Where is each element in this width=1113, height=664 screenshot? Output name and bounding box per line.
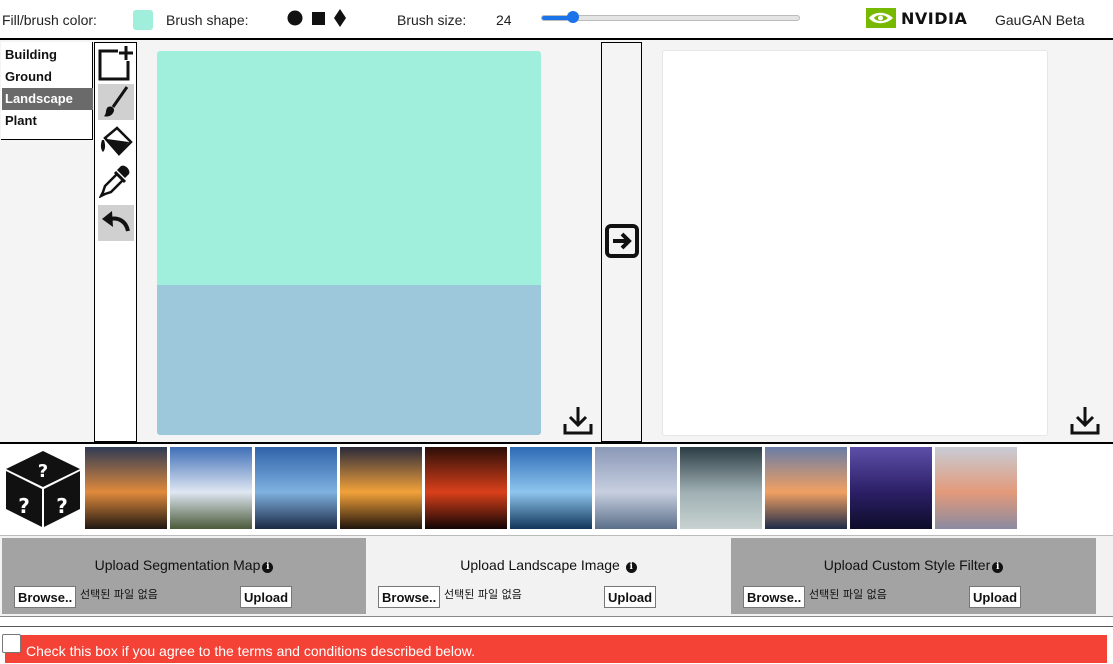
style-thumbnail[interactable] [85, 447, 167, 529]
square-shape-button[interactable] [311, 10, 327, 26]
upload-segmentation-panel: Upload Segmentation Map i Browse.. 선택된 파일… [2, 538, 366, 614]
terms-text: Check this box if you agree to the terms… [26, 643, 476, 659]
upload-landscape-title-text: Upload Landscape Image [460, 557, 620, 573]
browse-style-button[interactable]: Browse.. [743, 586, 806, 608]
upload-landscape-panel: Upload Landscape Image i Browse.. 선택된 파일… [366, 538, 731, 614]
canvas-sky-region [157, 51, 541, 285]
style-no-file-text: 선택된 파일 없음 [809, 588, 887, 601]
eyedropper-icon [99, 165, 130, 198]
fill-color-swatch[interactable] [133, 10, 153, 30]
style-thumbnail[interactable] [765, 447, 847, 529]
brush-size-value: 24 [496, 12, 512, 28]
info-icon[interactable]: i [992, 562, 1004, 573]
label-item-landscape[interactable]: Landscape [2, 88, 93, 110]
terms-section: Check this box if you agree to the terms… [0, 626, 1113, 664]
upload-style-panel: Upload Custom Style Filter i Browse.. 선택된… [731, 538, 1096, 614]
diamond-shape-button[interactable] [332, 9, 348, 27]
segmentation-canvas[interactable] [157, 51, 541, 435]
label-item-plant[interactable]: Plant [2, 110, 93, 132]
fill-bucket-icon [100, 126, 133, 156]
download-segmentation-icon[interactable] [562, 404, 594, 436]
upload-style-button[interactable]: Upload [969, 586, 1022, 608]
brush-icon [104, 86, 129, 117]
style-thumbnail[interactable] [850, 447, 932, 529]
brush-tool-button[interactable] [98, 84, 134, 120]
arrow-right-icon[interactable] [604, 223, 640, 259]
upload-landscape-title: Upload Landscape Image i [366, 557, 731, 573]
style-thumbnail[interactable] [255, 447, 337, 529]
new-canvas-icon [98, 45, 134, 81]
style-thumbnail[interactable] [170, 447, 252, 529]
fill-tool-button[interactable] [98, 123, 134, 159]
svg-text:?: ? [56, 494, 68, 518]
transform-column [601, 42, 642, 442]
eyedropper-tool-button[interactable] [98, 163, 134, 199]
landscape-no-file-text: 선택된 파일 없음 [444, 588, 522, 601]
style-thumbnail[interactable] [680, 447, 762, 529]
nvidia-logo: NVIDIA [866, 8, 967, 28]
upload-landscape-button[interactable]: Upload [604, 586, 657, 608]
upload-segmentation-title: Upload Segmentation Map i [2, 557, 366, 573]
tool-palette [94, 42, 137, 442]
style-thumbnail[interactable] [510, 447, 592, 529]
style-thumbnail[interactable] [425, 447, 507, 529]
brush-size-label: Brush size: [397, 12, 467, 28]
undo-button[interactable] [98, 205, 134, 241]
square-shape-icon [312, 12, 325, 25]
svg-text:?: ? [38, 461, 48, 482]
style-thumbnail[interactable] [340, 447, 422, 529]
toolbar: Fill/brush color: Brush shape: Brush siz… [0, 0, 1113, 40]
terms-checkbox[interactable] [2, 634, 21, 653]
nvidia-wordmark: NVIDIA [901, 8, 968, 28]
brush-size-slider-thumb[interactable] [567, 11, 579, 23]
upload-segmentation-title-text: Upload Segmentation Map [94, 557, 261, 573]
app-title: GauGAN Beta [995, 12, 1085, 28]
upload-segmentation-button[interactable]: Upload [240, 586, 293, 608]
browse-landscape-button[interactable]: Browse.. [378, 586, 441, 608]
info-icon[interactable]: i [625, 562, 637, 573]
label-item-building[interactable]: Building [2, 44, 93, 66]
fill-color-label: Fill/brush color: [2, 12, 97, 28]
upload-style-title: Upload Custom Style Filter i [731, 557, 1096, 573]
circle-shape-button[interactable] [287, 10, 303, 26]
style-thumbnail[interactable] [595, 447, 677, 529]
canvas-water-region [157, 285, 541, 435]
svg-text:?: ? [18, 494, 30, 518]
style-thumbnail-strip: ? ? ? [0, 446, 1113, 532]
segmentation-no-file-text: 선택된 파일 없음 [80, 588, 158, 601]
random-dice-icon[interactable]: ? ? ? [2, 447, 84, 529]
style-thumbnail[interactable] [935, 447, 1017, 529]
label-item-ground[interactable]: Ground [2, 66, 93, 88]
browse-segmentation-button[interactable]: Browse.. [14, 586, 77, 608]
upload-style-title-text: Upload Custom Style Filter [823, 557, 991, 573]
brush-shape-label: Brush shape: [166, 12, 249, 28]
diamond-shape-icon [334, 9, 346, 27]
brush-size-slider[interactable] [541, 15, 800, 21]
info-icon[interactable]: i [262, 562, 274, 573]
output-image-panel [662, 50, 1048, 436]
circle-shape-icon [287, 10, 303, 26]
download-output-icon[interactable] [1069, 404, 1101, 436]
upload-section: Upload Segmentation Map i Browse.. 선택된 파일… [0, 535, 1113, 617]
nvidia-eye-icon [866, 8, 896, 28]
new-canvas-button[interactable] [98, 45, 134, 81]
undo-icon [102, 211, 130, 232]
label-list: Building Ground Landscape Plant [1, 42, 93, 140]
